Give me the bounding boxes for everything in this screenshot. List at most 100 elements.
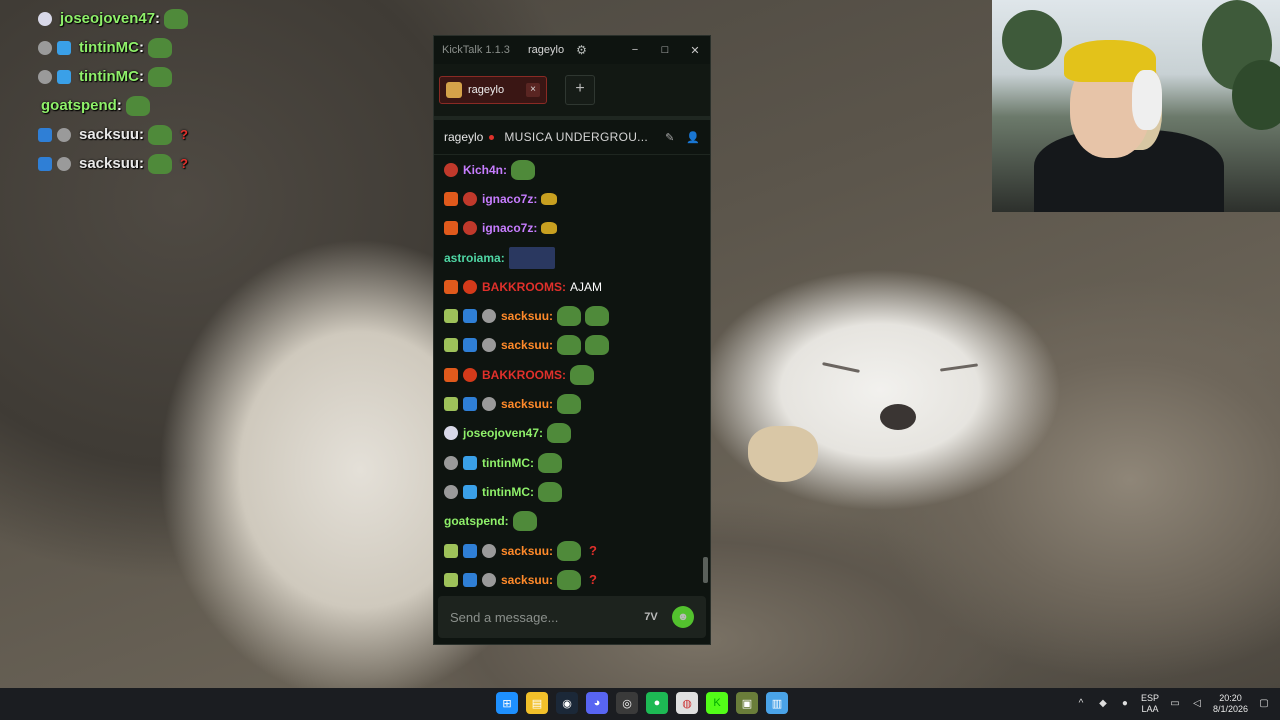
chat-message[interactable]: BAKKROOMS: AJAM: [444, 272, 710, 301]
chat-username[interactable]: sacksuu: [501, 309, 549, 323]
file-explorer-icon[interactable]: ▤: [526, 692, 548, 714]
sword-badge-icon[interactable]: [463, 338, 477, 353]
microphone-icon[interactable]: ●: [1119, 698, 1131, 710]
notification-icon[interactable]: ▢: [1258, 698, 1270, 710]
kicktalk-icon[interactable]: ◎: [616, 692, 638, 714]
stream-title: MUSICA UNDERGROU...: [504, 130, 649, 144]
chat-message[interactable]: BAKKROOMS:: [444, 360, 710, 389]
red-badge-icon[interactable]: [444, 162, 458, 177]
sword-badge-icon[interactable]: [463, 397, 477, 412]
sword-badge-icon[interactable]: [463, 309, 477, 324]
close-button[interactable]: ✕: [680, 44, 710, 57]
chat-message[interactable]: ignaco7z:: [444, 214, 710, 243]
red-badge-icon[interactable]: [463, 191, 477, 206]
chat-message[interactable]: sacksuu:: [444, 301, 710, 330]
notepad-icon[interactable]: ▥: [766, 692, 788, 714]
tab-rageylo[interactable]: rageylo ×: [439, 76, 547, 104]
chat-message[interactable]: sacksuu:: [444, 331, 710, 360]
language-indicator[interactable]: ESP LAA: [1141, 693, 1159, 715]
chat-message[interactable]: ignaco7z:: [444, 184, 710, 213]
user-icon[interactable]: 👤: [686, 131, 700, 144]
chevron-up-icon[interactable]: ^: [1075, 698, 1087, 710]
chat-username[interactable]: tintinMC: [482, 485, 530, 499]
cube-badge-icon[interactable]: [463, 455, 477, 470]
chat-message[interactable]: tintinMC:: [444, 477, 710, 506]
alien-badge-icon[interactable]: [444, 397, 458, 412]
gray-badge-icon[interactable]: [444, 455, 458, 470]
message-input[interactable]: Send a message...: [450, 610, 558, 625]
channel-name[interactable]: rageylo: [444, 130, 483, 144]
alien-badge-icon[interactable]: [444, 338, 458, 353]
gray-badge-icon[interactable]: [482, 543, 496, 558]
shield-icon[interactable]: ◆: [1097, 698, 1109, 710]
colon: :: [503, 162, 508, 177]
discord-icon[interactable]: ◕: [586, 692, 608, 714]
volume-icon[interactable]: ◁: [1191, 698, 1203, 710]
chat-message[interactable]: astroiama:: [444, 243, 710, 272]
7tv-emote-button-icon[interactable]: 7V: [640, 606, 662, 628]
gray-badge-icon[interactable]: [444, 484, 458, 499]
sword-badge-icon[interactable]: [463, 572, 477, 587]
chat-message[interactable]: Kich4n:: [444, 155, 710, 184]
clock[interactable]: 20:20 8/1/2026: [1213, 693, 1248, 715]
chat-username[interactable]: astroiama: [444, 251, 501, 265]
alien-badge-icon[interactable]: [444, 572, 458, 587]
tab-close-icon[interactable]: ×: [526, 83, 540, 97]
chat-username[interactable]: sacksuu: [501, 544, 549, 558]
kick-emote-button-icon[interactable]: ☻: [672, 606, 694, 628]
chat-message[interactable]: goatspend:: [444, 507, 710, 536]
silver-badge-icon[interactable]: [444, 426, 458, 441]
alien-badge-icon[interactable]: [444, 543, 458, 558]
fox-nose: [880, 404, 916, 430]
orange-badge-icon[interactable]: [444, 279, 458, 294]
chat-username[interactable]: sacksuu: [501, 573, 549, 587]
chat-username[interactable]: BAKKROOMS: [482, 280, 562, 294]
cube-badge-icon[interactable]: [463, 484, 477, 499]
chat-message[interactable]: sacksuu:: [444, 389, 710, 418]
chrome-icon[interactable]: ◍: [676, 692, 698, 714]
kick-icon[interactable]: K: [706, 692, 728, 714]
chat-message[interactable]: joseojoven47:: [444, 419, 710, 448]
chat-username[interactable]: Kich4n: [463, 163, 503, 177]
alien-badge-icon[interactable]: [444, 309, 458, 324]
chat-username[interactable]: ignaco7z: [482, 221, 533, 235]
chat-message[interactable]: sacksuu:?: [444, 565, 710, 594]
minimize-button[interactable]: −: [620, 44, 650, 57]
pepe-emote-icon: [147, 37, 172, 58]
windows-start-icon[interactable]: ⊞: [496, 692, 518, 714]
network-icon[interactable]: ▭: [1169, 698, 1181, 710]
chat-username[interactable]: BAKKROOMS: [482, 368, 562, 382]
orange-badge-icon[interactable]: [444, 191, 458, 206]
sword-badge-icon[interactable]: [463, 543, 477, 558]
chat-username[interactable]: tintinMC: [482, 456, 530, 470]
gray-badge-icon[interactable]: [482, 338, 496, 353]
chat-messages[interactable]: Kich4n: ignaco7z: ignaco7z: astroiama: BAKKR…: [434, 155, 710, 597]
overlay-username: sacksuu: [79, 126, 140, 143]
pepe-emote-icon: [148, 153, 173, 174]
steam-icon[interactable]: ◉: [556, 692, 578, 714]
gray-badge-icon[interactable]: [482, 397, 496, 412]
colon: :: [504, 514, 509, 529]
fire-badge-icon[interactable]: [463, 367, 477, 382]
chat-username[interactable]: sacksuu: [501, 397, 549, 411]
gray-badge-icon[interactable]: [482, 572, 496, 587]
add-tab-button[interactable]: +: [565, 75, 595, 105]
spotify-icon[interactable]: ●: [646, 692, 668, 714]
chat-message[interactable]: tintinMC:: [444, 448, 710, 477]
maximize-button[interactable]: □: [650, 44, 680, 57]
chat-username[interactable]: sacksuu: [501, 338, 549, 352]
orange-badge-icon[interactable]: [444, 221, 458, 236]
chat-username[interactable]: joseojoven47: [463, 426, 539, 440]
chat-message[interactable]: sacksuu:?: [444, 536, 710, 565]
chat-username[interactable]: ignaco7z: [482, 192, 533, 206]
chat-scrollbar[interactable]: [703, 557, 708, 583]
fire-badge-icon[interactable]: [463, 279, 477, 294]
settings-gear-icon[interactable]: ⚙: [576, 43, 587, 57]
game-icon[interactable]: ▣: [736, 692, 758, 714]
chat-username[interactable]: goatspend: [444, 514, 505, 528]
orange-badge-icon[interactable]: [444, 367, 458, 382]
gray-badge-icon[interactable]: [482, 309, 496, 324]
red-badge-icon[interactable]: [463, 221, 477, 236]
pin-icon[interactable]: ✎: [665, 131, 674, 144]
fox-eye: [939, 363, 979, 372]
